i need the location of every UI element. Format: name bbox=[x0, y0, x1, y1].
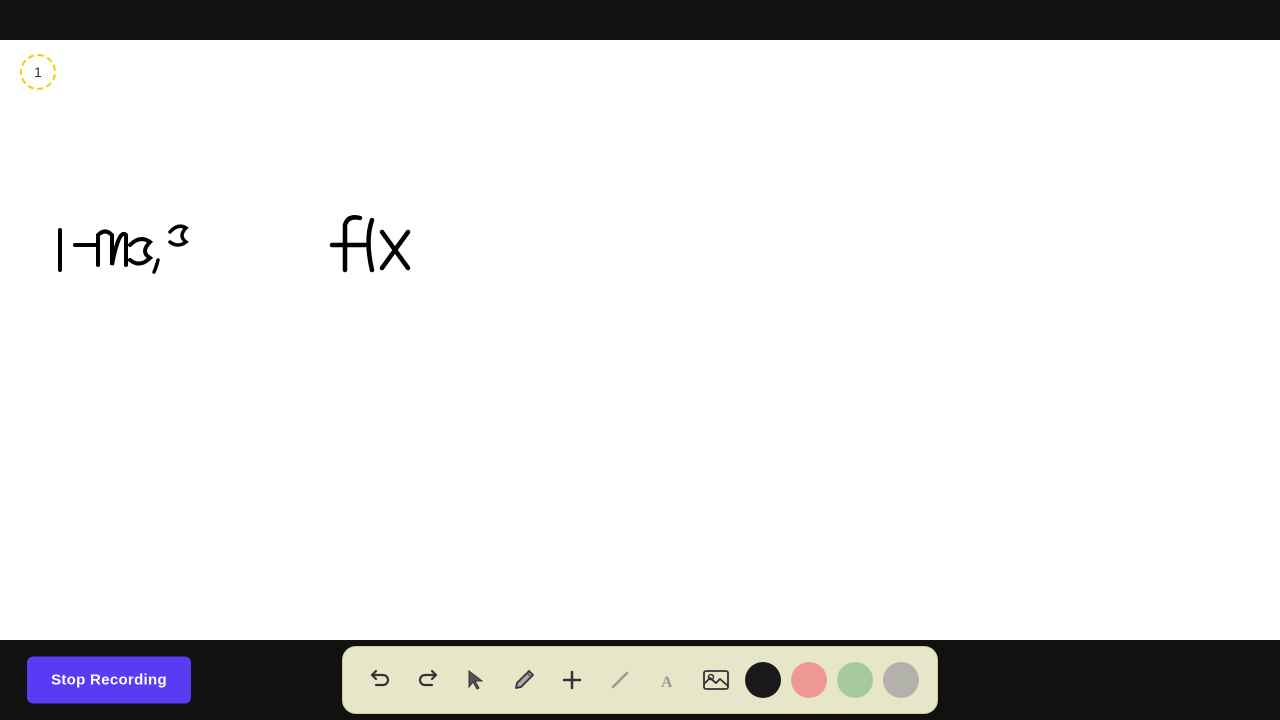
image-button[interactable] bbox=[697, 661, 735, 699]
image-icon bbox=[703, 669, 729, 691]
svg-text:A: A bbox=[661, 674, 673, 691]
redo-button[interactable] bbox=[409, 661, 447, 699]
select-button[interactable] bbox=[457, 661, 495, 699]
add-button[interactable] bbox=[553, 661, 591, 699]
color-green-button[interactable] bbox=[837, 662, 873, 698]
canvas-writing bbox=[40, 190, 540, 310]
color-pink-button[interactable] bbox=[791, 662, 827, 698]
pen-icon bbox=[513, 669, 535, 691]
toolbar: A bbox=[342, 646, 938, 714]
bottom-bar: Stop Recording bbox=[0, 640, 1280, 720]
redo-icon bbox=[416, 668, 440, 692]
top-bar bbox=[0, 0, 1280, 40]
add-icon bbox=[561, 669, 583, 691]
undo-button[interactable] bbox=[361, 661, 399, 699]
pen-button[interactable] bbox=[505, 661, 543, 699]
text-icon: A bbox=[657, 669, 679, 691]
page-number: 1 bbox=[20, 54, 56, 90]
color-gray-button[interactable] bbox=[883, 662, 919, 698]
eraser-button[interactable] bbox=[601, 661, 639, 699]
canvas-area: 1 bbox=[0, 40, 1280, 640]
eraser-icon bbox=[609, 669, 631, 691]
color-black-button[interactable] bbox=[745, 662, 781, 698]
undo-icon bbox=[368, 668, 392, 692]
select-icon bbox=[465, 669, 487, 691]
text-button[interactable]: A bbox=[649, 661, 687, 699]
stop-recording-button[interactable]: Stop Recording bbox=[27, 657, 191, 704]
